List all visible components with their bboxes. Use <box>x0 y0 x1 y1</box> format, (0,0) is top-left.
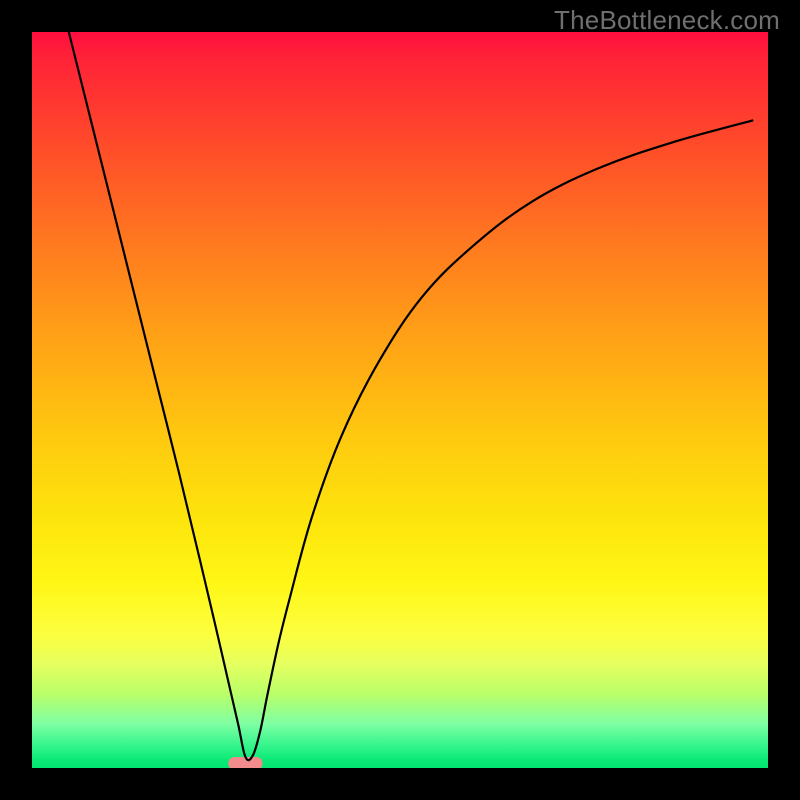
bottleneck-curve <box>69 32 753 760</box>
chart-frame: TheBottleneck.com <box>0 0 800 800</box>
curve-layer <box>32 32 768 768</box>
plot-area <box>32 32 768 768</box>
